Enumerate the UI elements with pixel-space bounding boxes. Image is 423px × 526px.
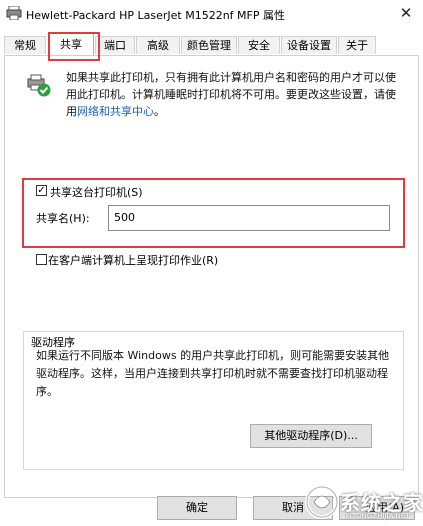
share-name-input[interactable]: 500	[108, 205, 390, 231]
render-on-client-label[interactable]: 在客户端计算机上呈现打印作业(R)	[48, 252, 218, 268]
render-on-client-checkbox[interactable]	[36, 254, 47, 265]
tab-ports[interactable]: 端口	[95, 36, 135, 54]
ok-button[interactable]: 确定	[157, 496, 237, 520]
sharing-info-suffix: 。	[154, 105, 165, 118]
drivers-description: 如果运行不同版本 Windows 的用户共享此打印机，则可能需要安装其他驱动程序…	[36, 349, 390, 398]
share-printer-checkbox[interactable]: ✓	[36, 185, 47, 196]
shared-printer-icon	[27, 74, 51, 97]
close-button[interactable]: ✕	[393, 2, 419, 24]
tab-advanced[interactable]: 高级	[136, 36, 180, 54]
tab-color-management[interactable]: 颜色管理	[181, 36, 237, 54]
share-name-label: 共享名(H):	[36, 212, 90, 225]
tab-highlight-box	[48, 32, 100, 61]
tab-general[interactable]: 常规	[4, 36, 46, 54]
network-sharing-center-link[interactable]: 网络和共享中心	[77, 105, 154, 118]
sharing-info-text: 如果共享此打印机，只有拥有此计算机用户名和密码的用户才可以使用此打印机。计算机睡…	[66, 69, 406, 120]
tab-about[interactable]: 关于	[338, 36, 376, 54]
printer-app-icon	[6, 6, 22, 20]
additional-drivers-button[interactable]: 其他驱动程序(D)...	[250, 424, 372, 448]
watermark-subtext: XITONGZHIJIA.NET	[345, 512, 410, 520]
tab-security[interactable]: 安全	[238, 36, 280, 54]
window-title: Hewlett-Packard HP LaserJet M1522nf MFP …	[26, 9, 285, 22]
share-printer-label[interactable]: 共享这台打印机(S)	[50, 184, 143, 200]
tab-device-settings[interactable]: 设备设置	[281, 36, 337, 54]
